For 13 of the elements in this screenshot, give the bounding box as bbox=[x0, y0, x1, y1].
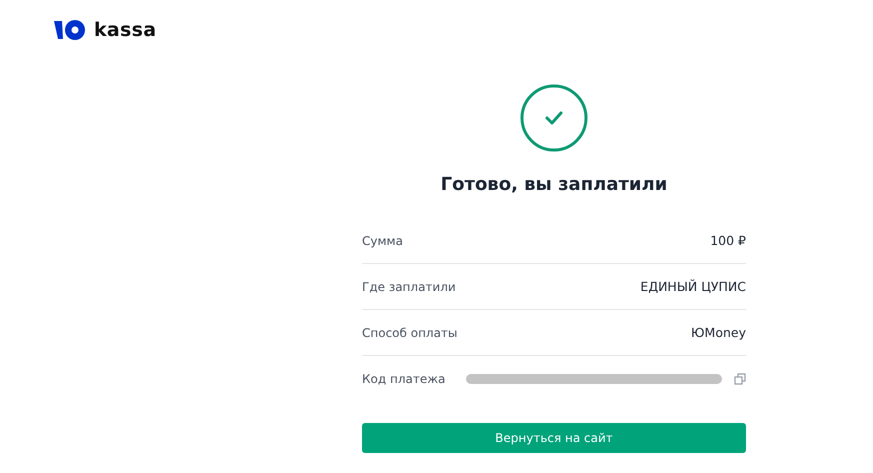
logo-icon bbox=[54, 20, 86, 40]
detail-label: Способ оплаты bbox=[362, 326, 458, 340]
detail-value: ЮMoney bbox=[691, 325, 746, 340]
detail-label: Где заплатили bbox=[362, 280, 456, 294]
detail-label: Сумма bbox=[362, 234, 403, 248]
detail-value: ЕДИНЫЙ ЦУПИС bbox=[640, 279, 746, 294]
detail-value: 100 ₽ bbox=[710, 233, 746, 248]
detail-label: Код платежа bbox=[362, 372, 446, 386]
logo-text: kassa bbox=[94, 19, 156, 41]
check-icon bbox=[520, 84, 588, 152]
status-title: Готово, вы заплатили bbox=[440, 174, 668, 195]
return-button[interactable]: Вернуться на сайт bbox=[362, 423, 746, 453]
copy-icon[interactable] bbox=[734, 372, 746, 384]
